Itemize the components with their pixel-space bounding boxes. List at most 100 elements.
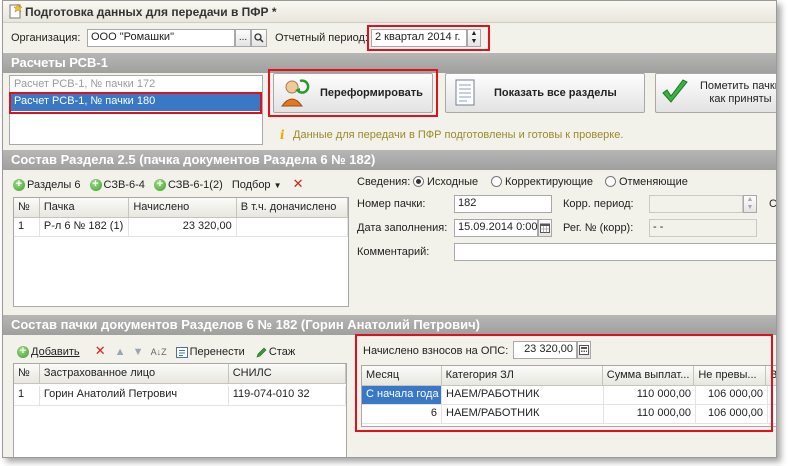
comment-label: Комментарий: [357,246,430,258]
sort-az-icon[interactable]: A↓Z [151,347,167,357]
section25-header: Состав Раздела 2.5 (пачка документов Раз… [3,150,776,170]
radio-korr-label: Корректирующие [505,176,594,188]
show-all-sections-label: Показать все разделы [494,87,617,99]
col-category[interactable]: Категория ЗЛ [442,366,603,385]
reg-label: Рег. № (корр): [563,222,634,234]
delete-icon[interactable]: ✕ [95,343,106,358]
add-szv64-button[interactable]: + СЗВ-6-4 [89,179,145,192]
checkmark-icon [660,78,690,111]
window-title: Подготовка данных для передачи в ПФР * [25,5,277,19]
info-message: Данные для передачи в ПФР подготовлены и… [293,129,624,141]
nomer-field[interactable]: 182 [454,195,552,213]
period-spinner[interactable]: ▲ ▼ [467,29,481,47]
plus-icon: + [89,179,102,192]
cell-pachka: Р-л 6 № 182 (1) [40,218,130,236]
calendar-button[interactable] [538,219,552,237]
svedeniya-radio-korr[interactable]: Корректирующие [491,176,593,188]
period-label: Отчетный период: [275,32,368,44]
rsv-list-item[interactable]: Расчет РСВ-1, № пачки 172 [10,77,262,94]
org-label: Организация: [11,32,81,44]
svg-text:i: i [280,128,285,140]
info-icon: i [277,128,287,143]
cell-sum: 110 000,00 [604,405,696,423]
reg-field: - - [649,219,757,237]
add-szv61-button[interactable]: + СЗВ-6-1(2) [153,179,223,192]
col-month[interactable]: Месяц [362,366,442,385]
col-nachisleno[interactable]: Начислено [129,198,237,217]
pack-section-header: Состав пачки документов Разделов 6 № 182… [3,315,776,335]
rsv-list: Расчет РСВ-1, № пачки 172 Расчет РСВ-1, … [9,75,263,145]
pack-toolbar: + Добавить ✕ ▲ ▼ A↓Z Перенести Стаж [17,343,295,361]
cell-n: 1 [14,386,40,405]
col-person[interactable]: Застрахованное лицо [40,364,229,383]
korr-period-label: Корр. период: [563,198,634,210]
col-snils[interactable]: СНИЛС [229,364,346,383]
pack-table-header: № Застрахованное лицо СНИЛС [14,364,346,384]
org-select-button[interactable]: ... [235,29,251,47]
section25-toolbar: + Разделы 6 + СЗВ-6-4 + СЗВ-6-1(2) Подбор ▼… [13,176,304,194]
korr-period-field [649,195,743,213]
mark-accepted-button[interactable]: Пометить пачки как приняты [655,73,776,113]
cell-category: НАЕМ/РАБОТНИК [442,405,604,423]
arrow-up-icon[interactable]: ▲ [115,346,126,358]
calculator-icon [579,345,589,355]
add-szv61-label: СЗВ-6-1(2) [167,179,223,191]
col-cut[interactable]: В [766,366,776,385]
ops-table: Месяц Категория ЗЛ Сумма выплат... Не пр… [361,365,776,427]
table-row[interactable]: 1 Горин Анатолий Петрович 119-074-010 32 [14,384,346,406]
podbor-button[interactable]: Подбор ▼ [232,179,282,191]
cell-snils: 119-074-010 32 [229,386,346,405]
col-pachka[interactable]: Пачка [40,198,130,217]
col-limit[interactable]: Не превы... [694,366,767,385]
podbor-label: Подбор [231,179,271,191]
svedeniya-radio-otmen[interactable]: Отменяющие [605,176,688,188]
korr-period-spinner[interactable]: ▲ ▼ [743,195,757,213]
cell-person: Горин Анатолий Петрович [40,386,229,405]
period-field[interactable]: 2 квартал 2014 г. [371,29,467,47]
col-donach[interactable]: В т.ч. доначислено [237,198,348,217]
document-icon [454,79,478,110]
arrow-down-icon[interactable]: ▼ [133,346,144,358]
svedeniya-label: Сведения: [357,176,411,188]
table-row[interactable]: 1 Р-л 6 № 182 (1) 23 320,00 [14,218,348,237]
col-n[interactable]: № [14,198,40,217]
data-field[interactable]: 15.09.2014 0:00 [454,219,538,237]
col-n[interactable]: № [14,364,40,383]
title-bar: Подготовка данных для передачи в ПФР * [3,1,776,23]
org-field[interactable]: ООО "Ромашки" [87,29,235,47]
cell-month: С начала года [362,386,442,404]
move-button[interactable]: Перенести [175,346,248,358]
cut-label: С [769,198,777,210]
chevron-down-icon: ▼ [273,181,282,190]
plus-icon: + [13,179,25,192]
ops-calc-button[interactable] [577,341,591,359]
org-open-button[interactable] [251,29,267,47]
rsv-section-header: Расчеты РСВ-1 [3,53,776,73]
main-window: Подготовка данных для передачи в ПФР * О… [2,0,777,458]
add-person-button[interactable]: + Добавить [17,346,80,359]
add-razdely-label: Разделы 6 [27,179,81,191]
reformat-button[interactable]: Переформировать [273,73,433,113]
reformat-label: Переформировать [320,87,423,99]
cell-donach [237,218,348,236]
rsv-list-item-selected[interactable]: Расчет РСВ-1, № пачки 180 [10,94,262,111]
cell-sum: 110 000,00 [604,386,696,404]
add-razdely-button[interactable]: + Разделы 6 [13,179,81,192]
cell-month: 6 [362,405,442,423]
section25-table-header: № Пачка Начислено В т.ч. доначислено [14,198,348,218]
svedeniya-radio-ishodnye[interactable]: Исходные [413,176,478,188]
show-all-sections-button[interactable]: Показать все разделы [445,73,645,113]
ops-field[interactable]: 23 320,00 [513,341,577,359]
comment-field[interactable] [454,243,776,261]
col-sum[interactable]: Сумма выплат... [603,366,695,385]
table-row[interactable]: С начала года НАЕМ/РАБОТНИК 110 000,00 1… [362,386,776,405]
plus-icon: + [17,346,29,359]
pack-table: № Застрахованное лицо СНИЛС 1 Горин Анат… [13,363,347,457]
stazh-button[interactable]: Стаж [256,346,295,358]
cell-category: НАЕМ/РАБОТНИК [442,386,604,404]
ops-table-header: Месяц Категория ЗЛ Сумма выплат... Не пр… [362,366,776,386]
nomer-label: Номер пачки: [357,198,426,210]
data-label: Дата заполнения: [357,222,448,234]
table-row[interactable]: 6 НАЕМ/РАБОТНИК 110 000,00 106 000,00 [362,405,776,424]
delete-icon[interactable]: ✕ [293,176,304,191]
